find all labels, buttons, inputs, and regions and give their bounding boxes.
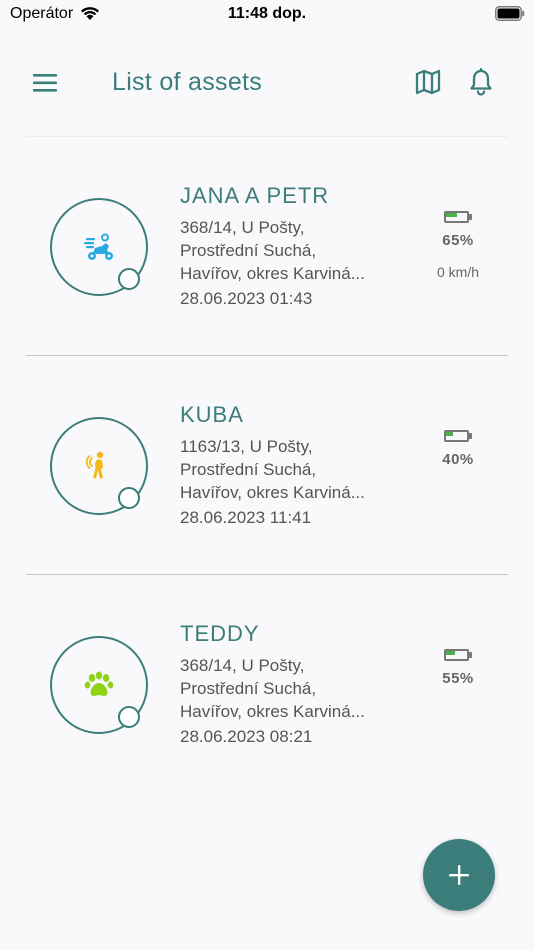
menu-button[interactable] <box>30 68 62 98</box>
asset-address: 1163/13, U Pošty, Prostřední Suchá, Haví… <box>180 435 400 504</box>
battery-fill <box>446 213 458 217</box>
asset-avatar <box>50 417 148 515</box>
battery-fill <box>446 432 453 436</box>
app-header: List of assets <box>0 50 534 114</box>
asset-speed: 0 km/h <box>436 264 479 280</box>
page-title: List of assets <box>112 68 263 96</box>
asset-name: KUBA <box>180 402 244 427</box>
asset-avatar <box>50 198 148 296</box>
map-icon <box>415 69 441 95</box>
avatar-status-dot <box>118 487 140 509</box>
bell-icon <box>470 67 492 96</box>
asset-name: TEDDY <box>180 621 260 646</box>
address-line: Prostřední Suchá, <box>180 241 317 260</box>
status-battery-icon <box>495 6 525 21</box>
scooter-icon <box>84 233 113 260</box>
address-line: 368/14, U Pošty, <box>180 656 305 675</box>
avatar-status-dot <box>118 706 140 728</box>
asset-card[interactable]: JANA A PETR 368/14, U Pošty, Prostřední … <box>0 137 534 356</box>
walking-person-icon <box>85 451 104 479</box>
battery-percent: 65% <box>442 232 474 249</box>
menu-icon <box>33 74 57 92</box>
avatar-status-dot <box>118 268 140 290</box>
asset-timestamp: 28.06.2023 01:43 <box>180 289 313 308</box>
map-button[interactable] <box>414 68 442 96</box>
address-line: Prostřední Suchá, <box>180 460 317 479</box>
battery-percent: 55% <box>442 670 474 687</box>
add-asset-button[interactable] <box>423 839 495 911</box>
asset-address: 368/14, U Pošty, Prostřední Suchá, Havíř… <box>180 216 400 285</box>
notifications-button[interactable] <box>467 67 495 96</box>
plus-icon <box>449 865 469 885</box>
asset-list: JANA A PETR 368/14, U Pošty, Prostřední … <box>0 137 534 794</box>
battery-icon <box>444 211 472 223</box>
asset-card[interactable]: TEDDY 368/14, U Pošty, Prostřední Suchá,… <box>0 575 534 794</box>
asset-avatar <box>50 636 148 734</box>
battery-icon <box>444 649 472 661</box>
address-line: 368/14, U Pošty, <box>180 218 305 237</box>
battery-icon <box>444 430 472 442</box>
asset-name: JANA A PETR <box>180 183 330 208</box>
address-line: 1163/13, U Pošty, <box>180 437 313 456</box>
status-bar: Operátor 11:48 dop. <box>0 0 534 30</box>
address-line: Havířov, okres Karviná... <box>180 702 365 721</box>
address-line: Prostřední Suchá, <box>180 679 317 698</box>
address-line: Havířov, okres Karviná... <box>180 483 365 502</box>
battery-fill <box>446 651 456 655</box>
asset-timestamp: 28.06.2023 11:41 <box>180 508 312 527</box>
address-line: Havířov, okres Karviná... <box>180 264 365 283</box>
asset-timestamp: 28.06.2023 08:21 <box>180 727 313 746</box>
asset-card[interactable]: KUBA 1163/13, U Pošty, Prostřední Suchá,… <box>0 356 534 575</box>
battery-percent: 40% <box>442 451 474 468</box>
paw-icon <box>84 671 114 697</box>
clock: 11:48 dop. <box>227 5 307 22</box>
asset-address: 368/14, U Pošty, Prostřední Suchá, Havíř… <box>180 654 400 723</box>
